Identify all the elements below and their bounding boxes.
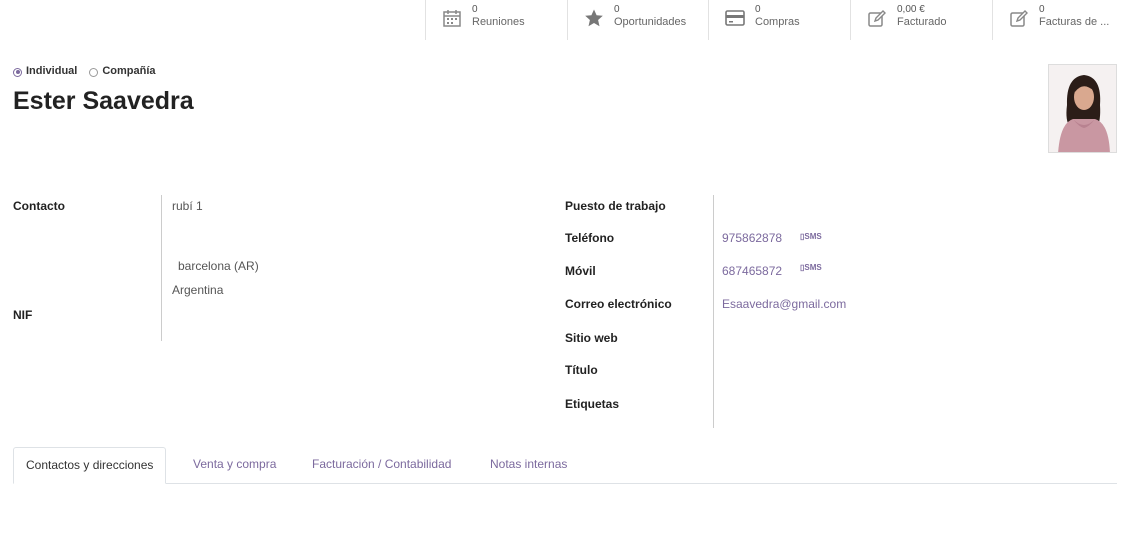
tab-contacts-addresses[interactable]: Contactos y direcciones	[13, 447, 167, 484]
pencil-square-icon	[1010, 10, 1028, 27]
radio-checked-icon[interactable]	[13, 67, 22, 77]
tab-sales-purchase[interactable]: Venta y compra	[181, 447, 288, 484]
smart-button-label: Compras	[755, 16, 800, 28]
star-icon	[585, 9, 603, 27]
mobile-sms-button[interactable]: ▯SMS	[800, 263, 822, 272]
sms-label: SMS	[804, 263, 822, 272]
street-field[interactable]: rubí 1	[172, 199, 203, 213]
mobile-label: Móvil	[565, 264, 596, 278]
email-label: Correo electrónico	[565, 297, 672, 311]
website-label: Sitio web	[565, 331, 618, 345]
smart-button-value: 0	[755, 4, 761, 15]
smart-button-opportunities[interactable]: 0 Oportunidades	[567, 0, 708, 40]
pencil-square-icon	[868, 10, 886, 27]
smart-button-value: 0	[614, 4, 620, 15]
phone-label: Teléfono	[565, 231, 615, 245]
smart-button-value: 0,00 €	[897, 4, 925, 15]
job-position-label: Puesto de trabajo	[565, 199, 666, 213]
radio-label-company: Compañía	[102, 65, 156, 77]
tab-internal-notes[interactable]: Notas internas	[478, 447, 579, 484]
city-state-field[interactable]: barcelona (AR)	[178, 259, 259, 273]
calendar-icon	[443, 10, 461, 27]
smart-button-purchases[interactable]: 0 Compras	[708, 0, 850, 40]
company-type-selector: Individual Compañía	[13, 65, 168, 77]
smart-button-label: Reuniones	[472, 16, 525, 28]
phone-sms-button[interactable]: ▯SMS	[800, 232, 822, 241]
smart-button-label: Facturas de ...	[1039, 16, 1110, 28]
smart-button-vendor-bills[interactable]: 0 Facturas de ...	[992, 0, 1134, 40]
avatar[interactable]	[1048, 64, 1117, 153]
notebook-tabs: Contactos y direcciones Venta y compra F…	[13, 447, 1117, 484]
contact-label: Contacto	[13, 199, 65, 213]
smart-button-invoiced[interactable]: 0,00 € Facturado	[850, 0, 992, 40]
nif-label: NIF	[13, 308, 33, 322]
partner-name[interactable]: Ester Saavedra	[13, 87, 194, 116]
radio-company[interactable]: Compañía	[89, 65, 156, 77]
smart-button-meetings[interactable]: 0 Reuniones	[425, 0, 567, 40]
divider	[713, 195, 714, 428]
smart-button-value: 0	[472, 4, 478, 15]
mobile-field[interactable]: 687465872	[722, 264, 782, 278]
radio-unchecked-icon[interactable]	[89, 67, 99, 77]
sms-label: SMS	[804, 232, 822, 241]
radio-individual[interactable]: Individual	[13, 65, 77, 77]
tags-label: Etiquetas	[565, 397, 620, 411]
divider	[161, 195, 162, 341]
email-field[interactable]: Esaavedra@gmail.com	[722, 297, 846, 311]
smart-button-value: 0	[1039, 4, 1045, 15]
smart-button-label: Oportunidades	[614, 16, 687, 28]
credit-card-icon	[725, 10, 745, 26]
phone-field[interactable]: 975862878	[722, 231, 782, 245]
country-field[interactable]: Argentina	[172, 283, 223, 297]
smart-buttons-bar: 0 Reuniones 0 Oportunidades 0 Compras 0,…	[425, 0, 1134, 40]
radio-label-individual: Individual	[26, 65, 78, 77]
tab-invoicing-accounting[interactable]: Facturación / Contabilidad	[300, 447, 463, 484]
avatar-photo	[1049, 65, 1116, 152]
smart-button-label: Facturado	[897, 16, 947, 28]
title-label: Título	[565, 363, 598, 377]
